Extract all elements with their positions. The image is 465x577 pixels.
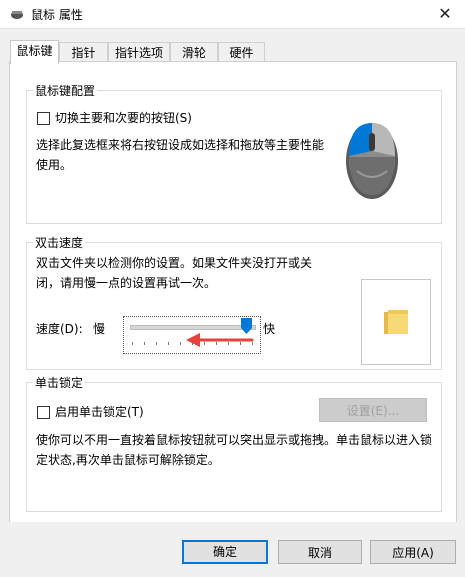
- click-lock-settings-button[interactable]: 设置(E)...: [319, 398, 427, 422]
- window-title: 鼠标 属性: [31, 8, 83, 22]
- switch-buttons-label[interactable]: 切换主要和次要的按钮(S): [55, 109, 192, 126]
- tab-wheel[interactable]: 滑轮: [170, 42, 218, 63]
- close-icon: ✕: [438, 4, 452, 23]
- tab-pointer-options[interactable]: 指针选项: [108, 42, 170, 63]
- folder-icon[interactable]: [380, 308, 410, 336]
- button-config-description: 选择此复选框来将右按钮设成如选择和拖放等主要性能使用。: [36, 138, 325, 172]
- group-title: 双击速度: [33, 234, 86, 251]
- annotation-arrow-icon: [186, 333, 254, 347]
- mouse-icon: [11, 11, 23, 19]
- dialog-footer: 确定 取消 应用(A): [0, 522, 465, 577]
- button-config-group: 鼠标键配置 切换主要和次要的按钮(S) 选择此复选框来将右按钮设成如选择和拖放等…: [26, 82, 442, 224]
- speed-label: 速度(D):: [36, 322, 83, 336]
- double-click-description: 双击文件夹以检测你的设置。如果文件夹没打开或关闭，请用慢一点的设置再试一次。: [36, 256, 313, 290]
- fast-label: 快: [263, 322, 276, 336]
- close-button[interactable]: ✕: [425, 0, 465, 28]
- double-click-group: 双击速度 双击文件夹以检测你的设置。如果文件夹没打开或关闭，请用慢一点的设置再试…: [26, 234, 442, 370]
- group-title: 单击锁定: [33, 374, 86, 391]
- ok-button[interactable]: 确定: [182, 540, 268, 564]
- speed-slider[interactable]: [123, 316, 261, 354]
- click-lock-description: 使你可以不用一直按着鼠标按钮就可以突出显示或拖拽。单击鼠标以进入锁定状态,再次单…: [36, 433, 433, 467]
- switch-buttons-checkbox[interactable]: [37, 112, 50, 125]
- group-title: 鼠标键配置: [33, 82, 98, 99]
- slow-label: 慢: [93, 322, 106, 336]
- click-lock-group: 单击锁定 启用单击锁定(T) 设置(E)... 使你可以不用一直按着鼠标按钮就可…: [26, 374, 442, 512]
- title-bar: 鼠标 属性 ✕: [0, 0, 465, 29]
- tab-panel: 鼠标键配置 切换主要和次要的按钮(S) 选择此复选框来将右按钮设成如选择和拖放等…: [9, 61, 457, 523]
- click-lock-label[interactable]: 启用单击锁定(T): [55, 403, 144, 420]
- tab-hardware[interactable]: 硬件: [218, 42, 265, 63]
- tab-pointers[interactable]: 指针: [59, 42, 108, 63]
- mouse-image: [346, 123, 398, 199]
- apply-button[interactable]: 应用(A): [370, 540, 456, 564]
- cancel-button[interactable]: 取消: [278, 540, 362, 564]
- test-folder-area[interactable]: [361, 279, 431, 365]
- slider-track: [130, 325, 256, 330]
- tab-buttons[interactable]: 鼠标键: [10, 40, 59, 64]
- click-lock-checkbox[interactable]: [37, 406, 50, 419]
